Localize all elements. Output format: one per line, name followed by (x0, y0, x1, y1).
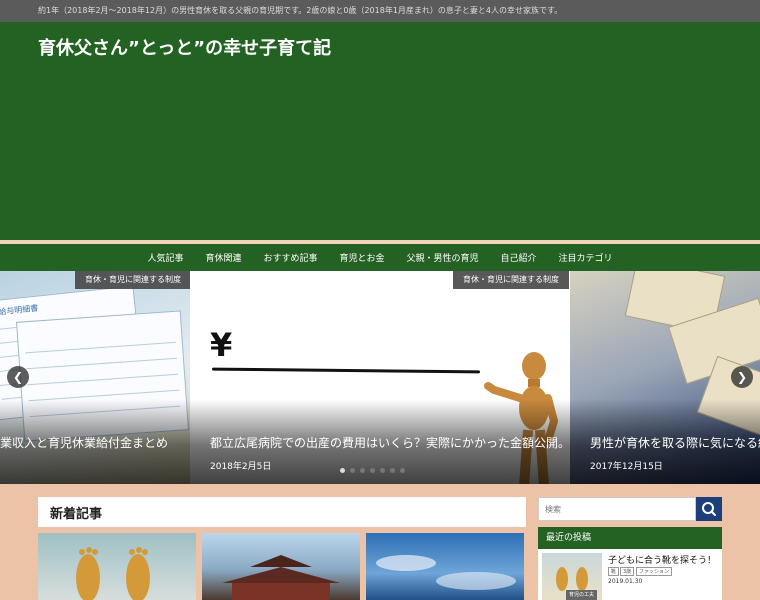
slider-dot-1[interactable] (340, 468, 345, 473)
recent-post-title[interactable]: 子どもに合う靴を探そう！ (608, 553, 716, 566)
slide-center-title[interactable]: 都立広尾病院での出産の費用はいくら？実際にかかった金額公開。 (210, 434, 570, 451)
slider-dot-7[interactable] (400, 468, 405, 473)
article-thumb-3[interactable] (366, 533, 524, 600)
global-nav: 人気記事 育休関連 おすすめ記事 育児とお金 父親・男性の育児 自己紹介 注目カ… (0, 244, 760, 271)
search-form (538, 497, 722, 521)
nav-item-fathers[interactable]: 父親・男性の育児 (396, 251, 490, 264)
slider-next-button[interactable]: ❯ (731, 366, 753, 388)
recent-posts-widget: 育児の工夫 子どもに合う靴を探そう！ 靴 3歳 ファッション 2019.01.3… (538, 549, 722, 600)
site-header: 育休父さん”とっと”の幸せ子育て記 (0, 22, 760, 240)
sky-image (376, 555, 516, 590)
article-thumb-1[interactable] (38, 533, 196, 600)
castle-image (222, 555, 340, 600)
slide-right-title[interactable]: 男性が育休を取る際に気になる給与 (590, 434, 760, 451)
slide-left-category[interactable]: 育休・育児に関連する制度 (75, 271, 190, 289)
recent-posts-title: 最近の投稿 (538, 527, 722, 549)
article-thumb-2[interactable] (202, 533, 360, 600)
search-icon (702, 502, 716, 516)
nav-item-profile[interactable]: 自己紹介 (490, 251, 548, 264)
slider-dot-2[interactable] (350, 468, 355, 473)
footprints-image (76, 547, 150, 600)
recent-post-date: 2019.01.30 (608, 578, 643, 585)
new-articles-heading: 新着記事 (50, 507, 103, 522)
nav-item-popular[interactable]: 人気記事 (136, 251, 194, 264)
slide-right-date: 2017年12月15日 (590, 462, 663, 472)
recent-post-thumb[interactable]: 育児の工夫 (542, 553, 602, 600)
slide-center-date: 2018年2月5日 (210, 462, 272, 472)
search-button[interactable] (696, 497, 722, 521)
site-title[interactable]: 育休父さん”とっと”の幸せ子育て記 (38, 34, 331, 60)
slider-pagination (340, 468, 405, 473)
yen-mark: ¥ (210, 326, 233, 364)
nav-item-childcare-leave[interactable]: 育休関連 (194, 251, 252, 264)
slider-dot-3[interactable] (360, 468, 365, 473)
recent-post-thumb-caption: 育児の工夫 (566, 590, 598, 600)
slider-prev-button[interactable]: ❮ (7, 366, 29, 388)
featured-slider: 給与明細書 育休・育児に関連する制度 業収入と育児休業給付金まとめ ¥ 育休・育… (0, 271, 760, 484)
recent-post-tag[interactable]: 靴 (608, 567, 620, 576)
slide-left-title[interactable]: 業収入と育児休業給付金まとめ (0, 434, 168, 451)
search-input[interactable] (538, 497, 696, 521)
new-articles-heading-box: 新着記事 (38, 497, 526, 527)
slide-center[interactable]: ¥ 育休・育児に関連する制度 都立広尾病院での出産の費用はいくら？実際にかかった… (190, 271, 570, 484)
blank-line-image (211, 367, 481, 374)
nav-item-recommended[interactable]: おすすめ記事 (252, 251, 328, 264)
recent-post-tag[interactable]: 3歳 (620, 567, 635, 576)
site-description: 約1年（2018年2月～2018年12月）の男性育休を取る父親の育児期です。2歳… (0, 0, 760, 22)
nav-item-featured[interactable]: 注目カテゴリ (548, 251, 624, 264)
recent-post-tag[interactable]: ファッション (636, 567, 673, 576)
slide-center-category[interactable]: 育休・育児に関連する制度 (453, 271, 569, 289)
slider-dot-5[interactable] (380, 468, 385, 473)
slider-dot-6[interactable] (390, 468, 395, 473)
slider-dot-4[interactable] (370, 468, 375, 473)
nav-item-money[interactable]: 育児とお金 (328, 251, 395, 264)
